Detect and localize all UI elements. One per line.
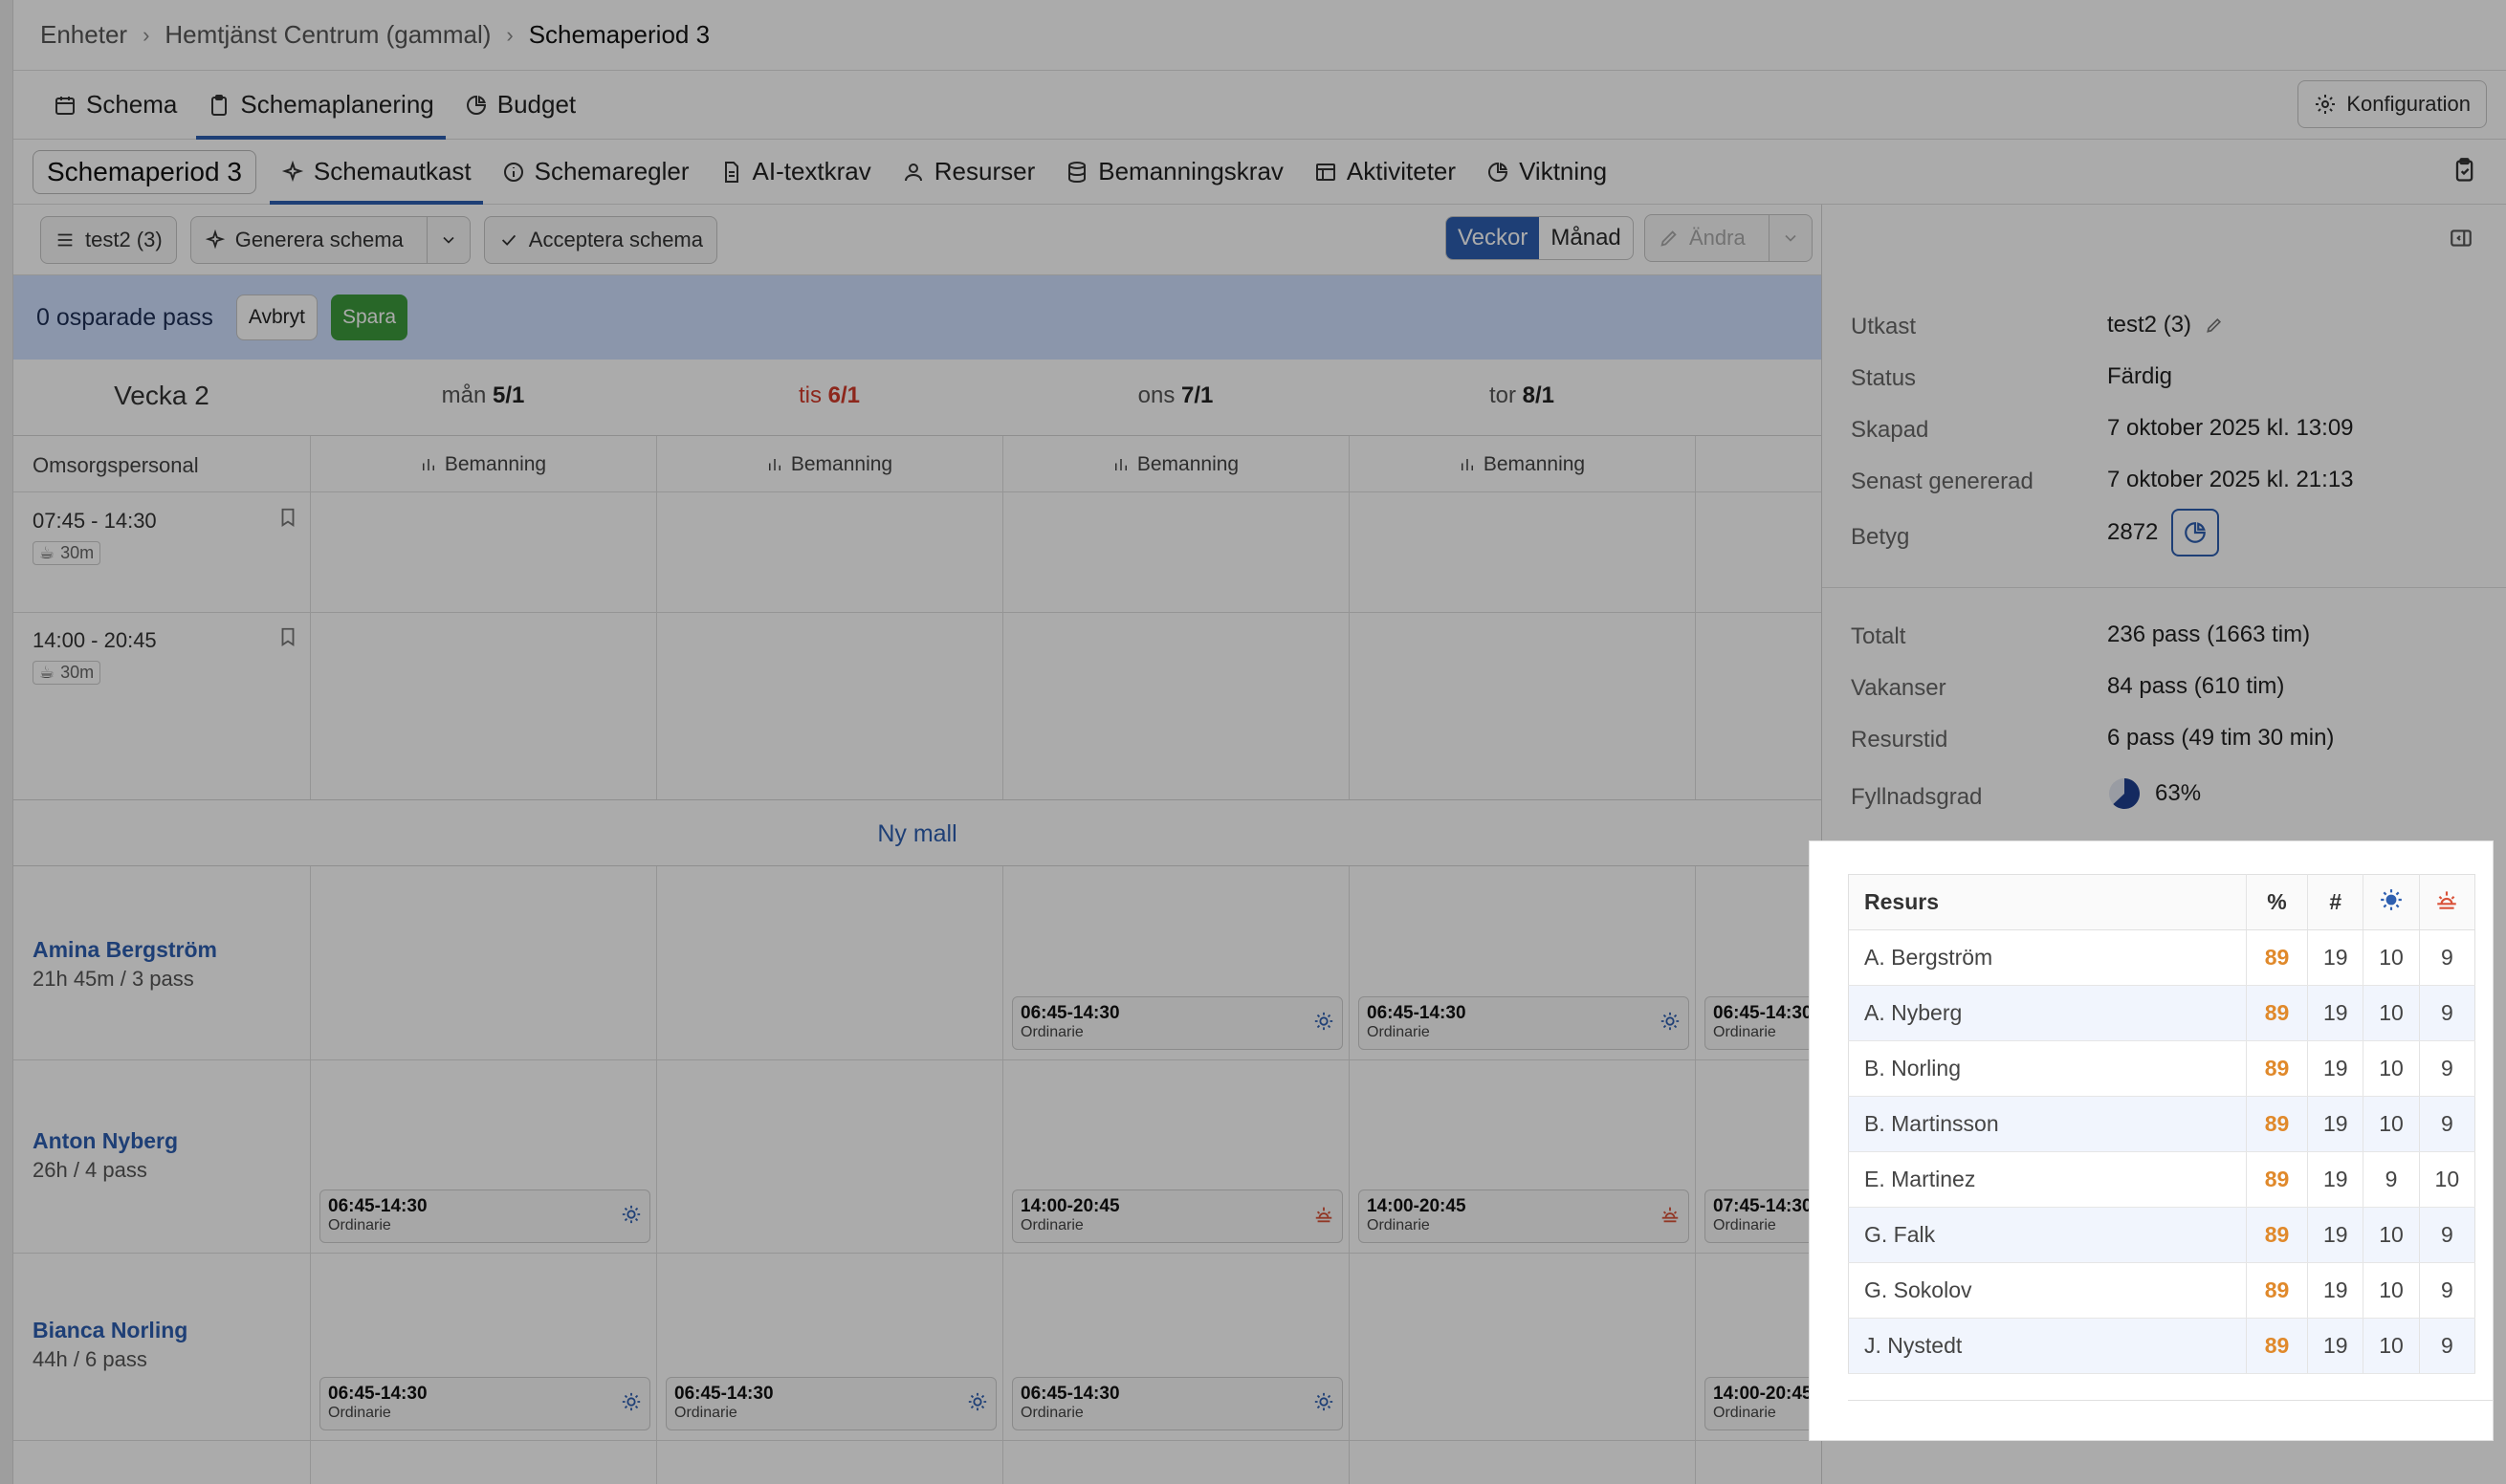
divider (1848, 1400, 2493, 1401)
resource-evening-count: 9 (2419, 1318, 2475, 1374)
resource-percent: 89 (2246, 1318, 2309, 1374)
resource-row[interactable]: G. Falk 89 19 10 9 (1848, 1207, 2475, 1263)
resource-row[interactable]: A. Bergström 89 19 10 9 (1848, 929, 2475, 986)
col-day[interactable] (2363, 874, 2420, 930)
dim-overlay (0, 0, 2506, 841)
resource-percent: 89 (2246, 1151, 2309, 1208)
resource-percent: 89 (2246, 929, 2309, 986)
resource-name: J. Nystedt (1848, 1318, 2247, 1374)
resource-name: A. Nyberg (1848, 985, 2247, 1041)
dim-overlay (0, 841, 1810, 1484)
resource-percent: 89 (2246, 1096, 2309, 1152)
resource-row[interactable]: B. Norling 89 19 10 9 (1848, 1040, 2475, 1097)
sunset-icon (2437, 890, 2457, 909)
resource-row[interactable]: B. Martinsson 89 19 10 9 (1848, 1096, 2475, 1152)
resource-count: 19 (2307, 1262, 2364, 1319)
resource-row[interactable]: E. Martinez 89 19 9 10 (1848, 1151, 2475, 1208)
resource-row[interactable]: G. Sokolov 89 19 10 9 (1848, 1262, 2475, 1319)
resource-percent: 89 (2246, 1207, 2309, 1263)
resource-day-count: 9 (2363, 1151, 2420, 1208)
resource-name: E. Martinez (1848, 1151, 2247, 1208)
dim-overlay (2493, 841, 2506, 1484)
resource-day-count: 10 (2363, 1040, 2420, 1097)
dim-overlay (1810, 1440, 2493, 1484)
resource-evening-count: 9 (2419, 929, 2475, 986)
resource-count: 19 (2307, 1318, 2364, 1374)
resource-evening-count: 9 (2419, 985, 2475, 1041)
resource-name: A. Bergström (1848, 929, 2247, 986)
resource-evening-count: 9 (2419, 1207, 2475, 1263)
resource-day-count: 10 (2363, 985, 2420, 1041)
resource-count: 19 (2307, 1151, 2364, 1208)
col-resource[interactable]: Resurs (1848, 874, 2247, 930)
resource-table: Resurs % # A. Bergström 89 19 10 9 A. Nyberg 8… (1848, 874, 2475, 1374)
resource-row[interactable]: A. Nyberg 89 19 10 9 (1848, 985, 2475, 1041)
resource-name: G. Sokolov (1848, 1262, 2247, 1319)
resource-row[interactable]: J. Nystedt 89 19 10 9 (1848, 1318, 2475, 1374)
resource-day-count: 10 (2363, 1262, 2420, 1319)
resource-count: 19 (2307, 1040, 2364, 1097)
resource-day-count: 10 (2363, 929, 2420, 986)
resource-percent: 89 (2246, 1262, 2309, 1319)
col-evening[interactable] (2419, 874, 2475, 930)
resource-name: G. Falk (1848, 1207, 2247, 1263)
resource-day-count: 10 (2363, 1207, 2420, 1263)
resource-name: B. Martinsson (1848, 1096, 2247, 1152)
resource-count: 19 (2307, 985, 2364, 1041)
resource-count: 19 (2307, 1096, 2364, 1152)
resource-count: 19 (2307, 1207, 2364, 1263)
col-count[interactable]: # (2307, 874, 2364, 930)
resource-percent: 89 (2246, 1040, 2309, 1097)
resource-evening-count: 9 (2419, 1040, 2475, 1097)
resource-name: B. Norling (1848, 1040, 2247, 1097)
resource-stats-popup: Resurs % # A. Bergström 89 19 10 9 A. Nyberg 8… (1810, 841, 2493, 1440)
resource-day-count: 10 (2363, 1096, 2420, 1152)
app: Enheter › Hemtjänst Centrum (gammal) › S… (0, 0, 2506, 1484)
col-percent[interactable]: % (2246, 874, 2309, 930)
resource-day-count: 10 (2363, 1318, 2420, 1374)
sun-icon (2381, 888, 2402, 910)
resource-evening-count: 9 (2419, 1262, 2475, 1319)
resource-count: 19 (2307, 929, 2364, 986)
resource-evening-count: 9 (2419, 1096, 2475, 1152)
resource-percent: 89 (2246, 985, 2309, 1041)
resource-evening-count: 10 (2419, 1151, 2475, 1208)
